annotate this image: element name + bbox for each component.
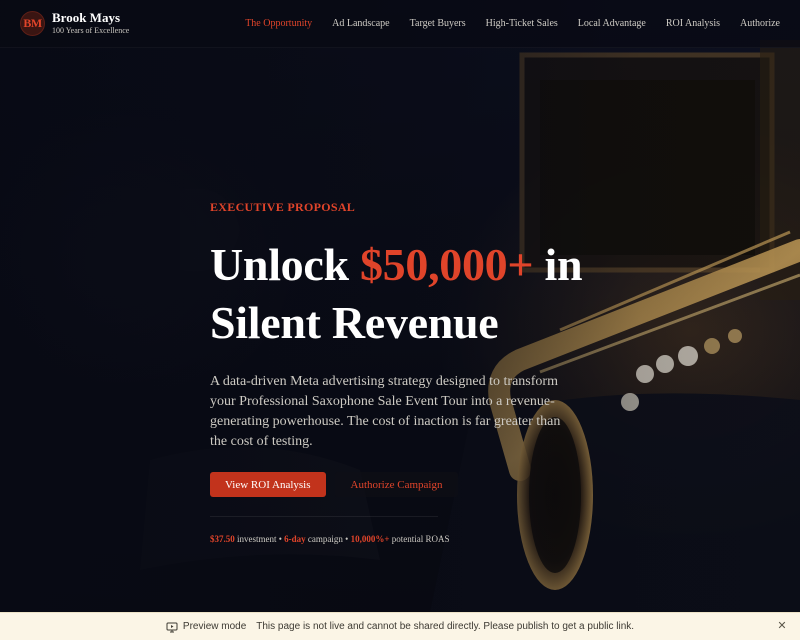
stat-investment-label: investment •	[234, 534, 285, 544]
brand-tagline: 100 Years of Excellence	[52, 25, 130, 35]
brand-text: Brook Mays 100 Years of Excellence	[52, 9, 130, 37]
stat-campaign-value: 6-day	[284, 534, 306, 544]
page-title: Unlock $50,000+ in Silent Revenue	[210, 236, 630, 352]
hero-content: EXECUTIVE PROPOSAL Unlock $50,000+ in Si…	[210, 200, 630, 544]
hero-actions: View ROI Analysis Authorize Campaign	[210, 472, 630, 497]
stat-investment-value: $37.50	[210, 534, 235, 544]
preview-icon	[166, 622, 178, 632]
stat-roas-value: 10,000%+	[350, 534, 390, 544]
nav-link-the-opportunity[interactable]: The Opportunity	[245, 18, 312, 29]
close-icon[interactable]: ✕	[776, 620, 788, 632]
preview-mode-bar: Preview mode This page is not live and c…	[0, 612, 800, 640]
preview-mode-label: Preview mode	[182, 621, 247, 632]
nav-link-authorize[interactable]: Authorize	[740, 18, 780, 29]
headline-pre: Unlock	[210, 239, 360, 290]
stat-roas-label: potential ROAS	[389, 534, 450, 544]
hero-description: A data-driven Meta advertising strategy …	[210, 374, 561, 449]
stat-campaign-label: campaign •	[305, 534, 351, 544]
divider	[210, 516, 438, 517]
eyebrow-label: EXECUTIVE PROPOSAL	[210, 200, 356, 214]
brand-logo[interactable]: BM Brook Mays 100 Years of Excellence	[20, 9, 130, 37]
nav-link-high-ticket-sales[interactable]: High-Ticket Sales	[486, 18, 558, 29]
nav-link-target-buyers[interactable]: Target Buyers	[410, 18, 466, 29]
brand-badge: BM	[20, 11, 45, 36]
preview-mode-message: This page is not live and cannot be shar…	[256, 621, 635, 632]
brand-name: Brook Mays	[52, 9, 121, 25]
top-navigation: BM Brook Mays 100 Years of Excellence Th…	[0, 0, 800, 48]
nav-link-roi-analysis[interactable]: ROI Analysis	[666, 18, 720, 29]
headline-accent: $50,000+	[359, 239, 534, 290]
nav-link-local-advantage[interactable]: Local Advantage	[578, 18, 646, 29]
view-roi-analysis-button[interactable]: View ROI Analysis	[210, 472, 326, 497]
hero-stats: $37.50 investment • 6-day campaign • 10,…	[210, 534, 630, 544]
nav-links: The Opportunity Ad Landscape Target Buye…	[225, 18, 780, 29]
authorize-campaign-button[interactable]: Authorize Campaign	[334, 472, 459, 497]
nav-link-ad-landscape[interactable]: Ad Landscape	[332, 18, 389, 29]
